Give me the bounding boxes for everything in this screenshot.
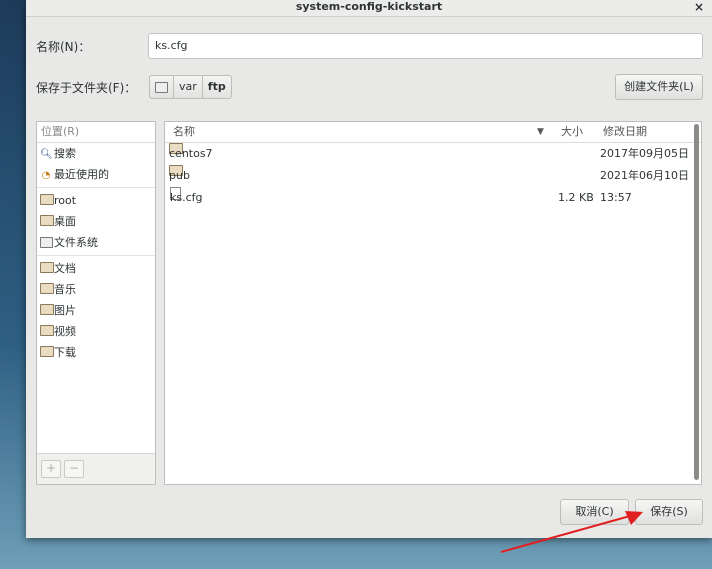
drive-icon: [155, 81, 168, 93]
name-label: 名称(N)：: [36, 40, 91, 54]
annotation-arrow: [500, 511, 643, 553]
file-list-header: 名称 ▼ 大小 修改日期: [165, 122, 701, 143]
places-toolbar: + −: [37, 453, 155, 484]
sidebar-item-search[interactable]: 🔍︎搜索: [37, 143, 155, 164]
videos-folder-icon: [40, 322, 54, 343]
pictures-folder-icon: [40, 301, 54, 322]
file-modified: 2021年06月10日: [600, 169, 689, 182]
sidebar-item-pictures[interactable]: 图片: [37, 300, 155, 321]
sidebar-item-label: 搜索: [54, 147, 76, 160]
close-icon[interactable]: ×: [694, 0, 704, 14]
sidebar-item-desktop[interactable]: 桌面: [37, 211, 155, 232]
sidebar-item-downloads[interactable]: 下载: [37, 342, 155, 363]
places-sidebar: 位置(R) 🔍︎搜索 ◔ 最近使用的 root 桌面 文件系统 文档 音乐 图片 …: [36, 121, 156, 485]
create-folder-button[interactable]: 创建文件夹(L): [615, 74, 703, 100]
column-header-modified[interactable]: 修改日期: [603, 122, 647, 142]
sidebar-item-music[interactable]: 音乐: [37, 279, 155, 300]
remove-bookmark-button[interactable]: −: [64, 460, 84, 478]
add-bookmark-button[interactable]: +: [41, 460, 61, 478]
file-modified: 2017年09月05日: [600, 147, 689, 160]
recent-icon: ◔: [41, 169, 51, 181]
sidebar-item-label: 图片: [54, 304, 76, 317]
file-row-centos7[interactable]: centos7 2017年09月05日: [165, 143, 701, 165]
sidebar-item-label: 桌面: [54, 215, 76, 228]
sidebar-divider: [37, 255, 155, 256]
sidebar-divider: [37, 187, 155, 188]
path-bar: var ftp: [149, 75, 232, 99]
home-folder-icon: [40, 191, 54, 212]
save-in-label: 保存于文件夹(F)：: [36, 81, 137, 95]
downloads-folder-icon: [40, 343, 54, 364]
desktop-folder-icon: [40, 212, 54, 233]
file-name: centos7: [169, 147, 213, 160]
documents-folder-icon: [40, 259, 54, 280]
sidebar-item-label: 音乐: [54, 283, 76, 296]
search-icon: 🔍︎: [40, 148, 53, 160]
sidebar-item-root[interactable]: root: [37, 190, 155, 211]
sidebar-item-label: root: [54, 194, 77, 207]
file-name: pub: [169, 169, 190, 182]
sidebar-item-label: 文件系统: [54, 236, 98, 249]
file-row-ks-cfg[interactable]: ks.cfg 1.2 KB 13:57: [165, 187, 701, 209]
path-segment-ftp[interactable]: ftp: [202, 75, 232, 99]
vertical-scrollbar[interactable]: [694, 124, 699, 480]
column-header-name[interactable]: 名称: [173, 122, 195, 142]
file-modified: 13:57: [600, 191, 632, 204]
sidebar-item-label: 视频: [54, 325, 76, 338]
music-folder-icon: [40, 280, 54, 301]
sidebar-item-documents[interactable]: 文档: [37, 258, 155, 279]
sidebar-item-filesystem[interactable]: 文件系统: [37, 232, 155, 253]
file-name: ks.cfg: [170, 191, 203, 204]
column-header-size[interactable]: 大小: [561, 122, 583, 142]
path-root-button[interactable]: [149, 75, 174, 99]
places-header: 位置(R): [37, 122, 155, 143]
file-save-dialog: system-config-kickstart × 名称(N)： ks.cfg …: [26, 0, 712, 538]
drive-icon: [40, 233, 53, 254]
sort-down-icon: ▼: [537, 127, 544, 137]
window-title: system-config-kickstart: [295, 0, 443, 13]
sidebar-item-label: 下载: [54, 346, 76, 359]
file-list: 名称 ▼ 大小 修改日期 centos7 2017年09月05日 pub 202…: [164, 121, 702, 485]
file-size: 1.2 KB: [558, 191, 594, 204]
path-segment-var[interactable]: var: [174, 75, 203, 99]
sidebar-item-recent[interactable]: ◔ 最近使用的: [37, 164, 155, 185]
sidebar-item-label: 最近使用的: [54, 168, 109, 181]
sidebar-item-label: 文档: [54, 262, 76, 275]
filename-input[interactable]: ks.cfg: [148, 33, 703, 59]
file-row-pub[interactable]: pub 2021年06月10日: [165, 165, 701, 187]
sidebar-item-videos[interactable]: 视频: [37, 321, 155, 342]
title-bar: system-config-kickstart ×: [26, 0, 712, 17]
